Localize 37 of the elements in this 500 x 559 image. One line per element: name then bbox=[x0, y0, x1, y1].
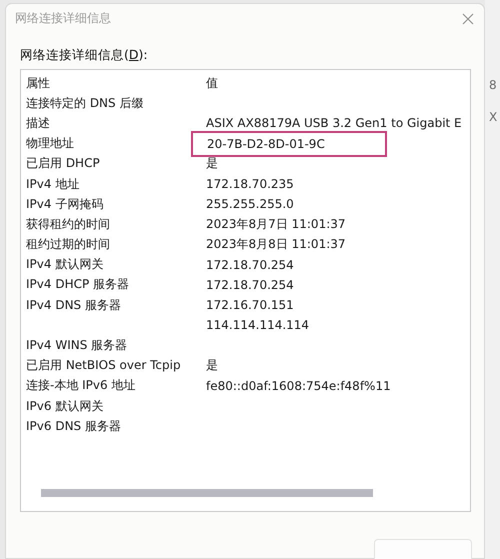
property-cell-text: 连接特定的 DNS 后缀 bbox=[26, 94, 144, 112]
background-text: X bbox=[489, 110, 498, 124]
highlighted-value: 20-7B-D2-8D-01-9C bbox=[191, 130, 387, 157]
property-cell-text: IPv4 DNS 服务器 bbox=[26, 296, 122, 314]
value-cell: 是 bbox=[206, 357, 218, 374]
value-cell: fe80::d0af:1608:754e:f48f%11 bbox=[206, 378, 391, 393]
value-cell: 255.255.255.0 bbox=[206, 197, 294, 212]
property-cell-text: IPv4 DHCP 服务器 bbox=[26, 276, 130, 294]
close-icon[interactable] bbox=[462, 12, 474, 24]
value-cell: 是 bbox=[206, 155, 218, 172]
property-cell-text: 已启用 NetBIOS over Tcpip bbox=[26, 357, 182, 374]
column-header[interactable]: 属性 bbox=[26, 74, 206, 92]
scrollbar-thumb[interactable] bbox=[41, 489, 373, 497]
property-cell-text: 物理地址 bbox=[26, 135, 75, 152]
value-cell: 172.18.70.235 bbox=[206, 177, 294, 192]
column-header[interactable]: 值 bbox=[206, 74, 470, 92]
value-cell: 172.18.70.254 bbox=[206, 258, 294, 272]
window-title: 网络连接详细信息 bbox=[15, 10, 111, 27]
background-text: 8 bbox=[489, 78, 498, 92]
property-cell-text: IPv4 WINS 服务器 bbox=[26, 337, 128, 354]
value-cell: 172.18.70.254 bbox=[206, 278, 294, 292]
value-cell: 2023年8月7日 11:01:37 bbox=[206, 216, 346, 233]
value-cell: 2023年8月8日 11:01:37 bbox=[206, 236, 346, 254]
list-label: 网络连接详细信息(D): bbox=[20, 47, 149, 64]
property-cell-text: IPv4 默认网关 bbox=[26, 256, 104, 274]
value-cell: 114.114.114.114 bbox=[206, 318, 310, 332]
property-cell-text: IPv4 地址 bbox=[26, 176, 80, 193]
value-cell: ASIX AX88179A USB 3.2 Gen1 to Gigabit E bbox=[206, 116, 462, 130]
property-cell-text: 连接-本地 IPv6 地址 bbox=[26, 377, 136, 394]
property-cell-text: IPv6 默认网关 bbox=[26, 398, 104, 415]
property-cell-text: IPv6 DNS 服务器 bbox=[26, 418, 122, 435]
property-cell-text: IPv4 子网掩码 bbox=[26, 196, 104, 213]
value-cell: 172.16.70.151 bbox=[206, 298, 294, 312]
property-cell-text: 获得租约的时间 bbox=[26, 216, 111, 233]
property-cell-text: 已启用 DHCP bbox=[26, 155, 101, 172]
property-cell-text: 租约过期的时间 bbox=[26, 236, 111, 254]
property-cell-text: 描述 bbox=[26, 114, 51, 132]
